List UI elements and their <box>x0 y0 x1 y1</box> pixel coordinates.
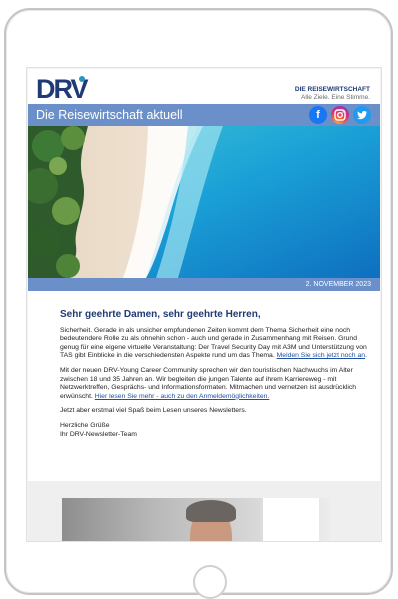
letter-body: Sehr geehrte Damen, sehr geehrte Herren,… <box>28 291 380 439</box>
newsletter-header: DRV DIE REISEWIRTSCHAFT Alle Ziele. Eine… <box>28 69 380 104</box>
signature: Ihr DRV-Newsletter-Team <box>60 430 137 438</box>
promo-section <box>28 481 380 541</box>
hero-beach-image <box>28 126 380 278</box>
facebook-icon[interactable]: f <box>309 106 327 124</box>
twitter-icon[interactable] <box>353 106 371 124</box>
person-hair <box>186 500 236 522</box>
issue-date: 2. NOVEMBER 2023 <box>28 278 380 291</box>
paragraph-young-career: Mit der neuen DRV-Young Career Community… <box>60 367 370 401</box>
closing: Herzliche Grüße <box>60 421 110 429</box>
greeting: Sehr geehrte Damen, sehr geehrte Herren, <box>60 309 261 320</box>
portrait-photo <box>62 498 330 541</box>
title-bar: Die Reisewirtschaft aktuell f <box>28 104 380 126</box>
social-links: f <box>309 106 371 124</box>
instagram-icon[interactable] <box>331 106 349 124</box>
paragraph-enjoy: Jetzt aber erstmal viel Spaß beim Lesen … <box>60 407 247 415</box>
home-button[interactable] <box>193 565 227 599</box>
newsletter: DRV DIE REISEWIRTSCHAFT Alle Ziele. Eine… <box>28 69 380 541</box>
brand-claim: DIE REISEWIRTSCHAFT Alle Ziele. Eine Sti… <box>295 86 370 102</box>
newsletter-title: Die Reisewirtschaft aktuell <box>36 108 183 122</box>
brand-tagline: Alle Ziele. Eine Stimme. <box>301 94 370 101</box>
drv-logo[interactable]: DRV <box>36 76 89 103</box>
register-link[interactable]: Melden Sie sich jetzt noch an <box>277 352 365 359</box>
brand-title: DIE REISEWIRTSCHAFT <box>294 86 370 93</box>
paragraph-security: Sicherheit. Gerade in als unsicher empfu… <box>60 326 367 360</box>
email-viewport: DRV DIE REISEWIRTSCHAFT Alle Ziele. Eine… <box>26 67 382 542</box>
background-window <box>260 498 319 541</box>
read-more-link[interactable]: Hier lesen Sie mehr - auch zu den Anmeld… <box>95 393 270 400</box>
logo-dot-icon <box>78 76 85 82</box>
